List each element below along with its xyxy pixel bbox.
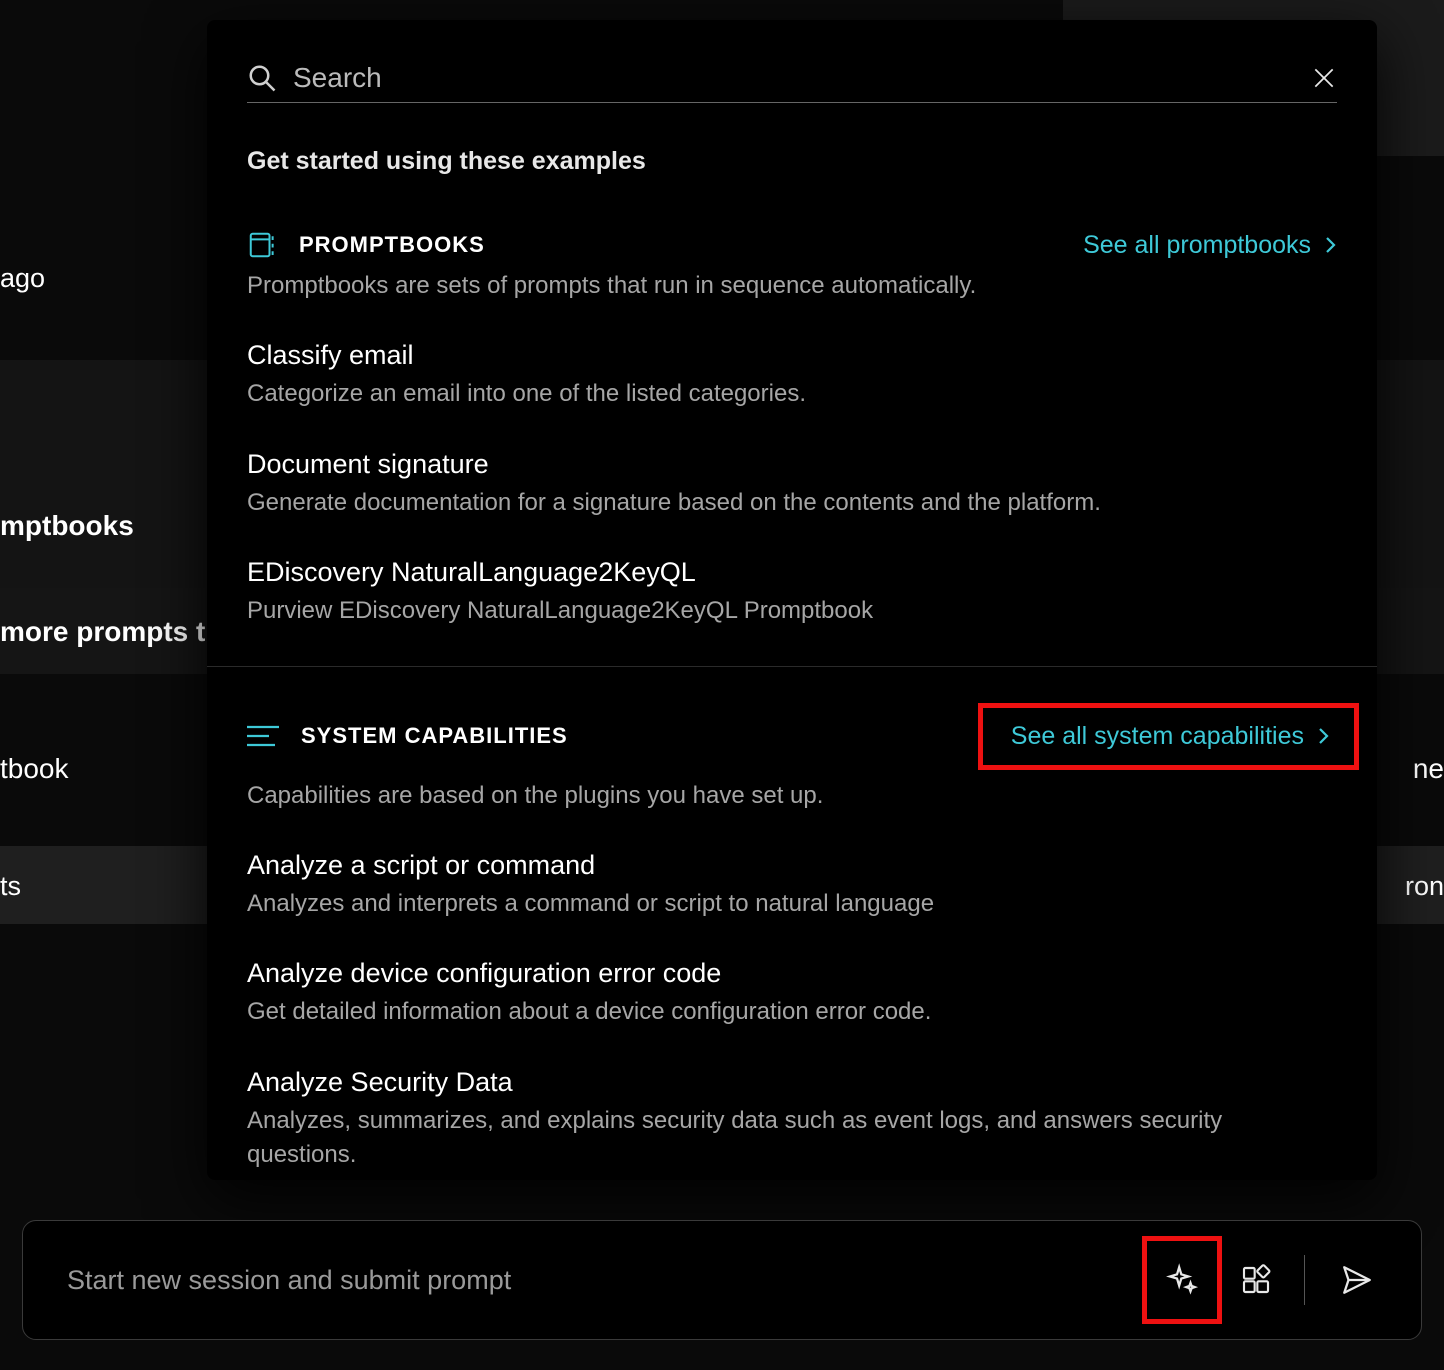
- bg-text-more-prompts: more prompts tl: [0, 616, 213, 648]
- promptbook-item-title: Classify email: [247, 340, 1337, 371]
- apps-icon: [1240, 1264, 1272, 1296]
- capabilities-description: Capabilities are based on the plugins yo…: [247, 782, 1337, 810]
- promptbook-item-desc: Purview EDiscovery NaturalLanguage2KeyQL…: [247, 594, 1337, 628]
- bg-text-ts: ts: [0, 871, 21, 902]
- see-all-capabilities-link[interactable]: See all system capabilities: [978, 703, 1359, 770]
- chevron-right-icon: [1318, 726, 1330, 746]
- section-divider: [207, 666, 1377, 667]
- chevron-right-icon: [1325, 235, 1337, 255]
- promptbooks-icon: [247, 230, 277, 260]
- capability-item-desc: Analyzes and interprets a command or scr…: [247, 887, 1337, 921]
- plugins-button[interactable]: [1228, 1252, 1284, 1308]
- promptbooks-description: Promptbooks are sets of prompts that run…: [247, 272, 1337, 300]
- send-icon: [1340, 1263, 1374, 1297]
- capabilities-heading: SYSTEM CAPABILITIES: [301, 723, 568, 749]
- promptbook-item[interactable]: EDiscovery NaturalLanguage2KeyQL Purview…: [247, 557, 1337, 628]
- promptbook-item-title: Document signature: [247, 449, 1337, 480]
- suggestions-panel: Get started using these examples PROMPTB…: [207, 20, 1377, 1180]
- close-icon[interactable]: [1311, 65, 1337, 91]
- promptbooks-header: PROMPTBOOKS See all promptbooks: [247, 230, 1337, 260]
- capability-item-title: Analyze a script or command: [247, 850, 1337, 881]
- promptbook-item-desc: Categorize an email into one of the list…: [247, 377, 1337, 411]
- prompts-button[interactable]: [1142, 1236, 1222, 1324]
- search-row: [247, 62, 1337, 103]
- search-input[interactable]: [293, 62, 1311, 94]
- bg-text-ago: ago: [0, 263, 45, 294]
- bg-text-mptbooks: mptbooks: [0, 510, 134, 542]
- panel-tagline: Get started using these examples: [247, 147, 1337, 176]
- promptbook-item[interactable]: Document signature Generate documentatio…: [247, 449, 1337, 520]
- capability-item-desc: Analyzes, summarizes, and explains secur…: [247, 1104, 1337, 1171]
- promptbooks-heading: PROMPTBOOKS: [299, 232, 485, 258]
- vertical-divider: [1304, 1255, 1305, 1305]
- prompt-bar: [22, 1220, 1422, 1340]
- promptbook-item-title: EDiscovery NaturalLanguage2KeyQL: [247, 557, 1337, 588]
- capability-item[interactable]: Analyze a script or command Analyzes and…: [247, 850, 1337, 921]
- capability-item-desc: Get detailed information about a device …: [247, 995, 1337, 1029]
- capabilities-icon: [247, 723, 279, 749]
- bg-text-ron: ron: [1405, 871, 1444, 902]
- prompt-bar-icons: [1142, 1236, 1385, 1324]
- promptbook-item-desc: Generate documentation for a signature b…: [247, 486, 1337, 520]
- bg-text-ne: ne: [1413, 753, 1444, 785]
- promptbook-item[interactable]: Classify email Categorize an email into …: [247, 340, 1337, 411]
- search-icon: [247, 63, 277, 93]
- capability-item[interactable]: Analyze Security Data Analyzes, summariz…: [247, 1067, 1337, 1171]
- submit-button[interactable]: [1329, 1252, 1385, 1308]
- capability-item[interactable]: Analyze device configuration error code …: [247, 958, 1337, 1029]
- capabilities-header: SYSTEM CAPABILITIES See all system capab…: [247, 703, 1337, 770]
- capability-item-title: Analyze Security Data: [247, 1067, 1337, 1098]
- see-all-promptbooks-label: See all promptbooks: [1083, 231, 1311, 260]
- capability-item-title: Analyze device configuration error code: [247, 958, 1337, 989]
- bg-text-tbook: tbook: [0, 753, 69, 785]
- prompt-input[interactable]: [67, 1265, 1142, 1296]
- see-all-capabilities-label: See all system capabilities: [1011, 722, 1304, 751]
- sparkle-icon: [1165, 1263, 1199, 1297]
- see-all-promptbooks-link[interactable]: See all promptbooks: [1083, 231, 1337, 260]
